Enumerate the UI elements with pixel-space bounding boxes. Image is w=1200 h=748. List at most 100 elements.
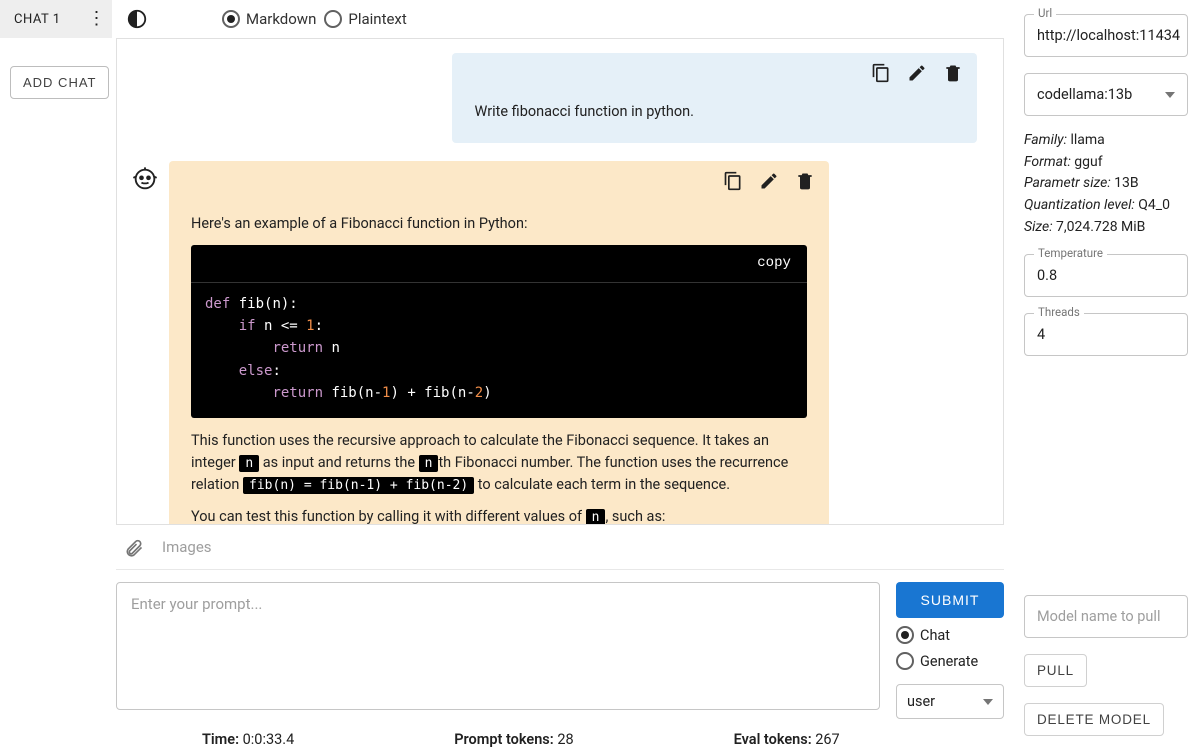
user-message-text: Write fibonacci function in python.: [474, 103, 694, 120]
code-token: return: [272, 340, 323, 356]
submit-column: SUBMIT Chat Generate user: [896, 582, 1004, 719]
code-token: n <=: [256, 318, 307, 334]
value: 7,024.728 MiB: [1053, 219, 1146, 235]
copy-icon[interactable]: [723, 171, 743, 198]
attachment-row: Images: [116, 525, 1004, 570]
format-radio-group: Markdown Plaintext: [222, 10, 407, 28]
radio-label: Generate: [920, 653, 978, 670]
attachment-icon[interactable]: [124, 537, 144, 557]
mode-generate-radio[interactable]: Generate: [896, 652, 1004, 670]
url-field: Url http://localhost:11434: [1024, 14, 1188, 57]
message-row-bot: Here's an example of a Fibonacci functio…: [131, 161, 977, 525]
code-token: return: [272, 385, 323, 401]
stat-prompt-tokens: Prompt tokens: 28: [454, 731, 573, 748]
code-token: else: [239, 363, 273, 379]
radio-plaintext[interactable]: Plaintext: [324, 10, 406, 28]
topbar: Markdown Plaintext: [112, 0, 1004, 38]
delete-icon[interactable]: [795, 171, 815, 198]
delete-icon[interactable]: [943, 63, 963, 90]
settings-panel: Url http://localhost:11434 codellama:13b…: [1014, 0, 1200, 748]
role-select[interactable]: user: [896, 684, 1004, 719]
mode-chat-radio[interactable]: Chat: [896, 626, 1004, 644]
input-row: Enter your prompt... SUBMIT Chat Generat…: [112, 570, 1004, 719]
role-value: user: [907, 693, 935, 710]
stat-eval-tokens: Eval tokens: 267: [734, 731, 840, 748]
label: Quantization level:: [1024, 197, 1135, 213]
label: Time:: [202, 731, 239, 748]
radio-label: Chat: [920, 627, 950, 644]
radio-label: Plaintext: [348, 10, 406, 28]
text: You can test this function by calling it…: [191, 508, 586, 525]
add-chat-button[interactable]: ADD CHAT: [10, 66, 109, 99]
inline-code: n: [586, 509, 606, 525]
inline-code: n: [419, 455, 439, 472]
radio-icon: [896, 652, 914, 670]
model-value: codellama:13b: [1037, 86, 1132, 103]
code-token: 1: [306, 318, 314, 334]
code-token: ): [483, 385, 491, 401]
chat-tab[interactable]: CHAT 1 ⋮: [0, 0, 112, 38]
label: Family:: [1024, 132, 1067, 148]
edit-icon[interactable]: [907, 63, 927, 90]
label: Format:: [1024, 154, 1071, 170]
stat-time: Time: 0:0:33.4: [202, 731, 294, 748]
value: Q4_0: [1135, 197, 1170, 213]
sidebar: CHAT 1 ⋮ ADD CHAT: [0, 0, 112, 748]
temperature-field: Temperature 0.8: [1024, 254, 1188, 297]
theme-toggle-icon[interactable]: [126, 8, 148, 30]
pull-button[interactable]: PULL: [1024, 654, 1087, 687]
inline-code: n: [239, 455, 259, 472]
kebab-menu-icon[interactable]: ⋮: [88, 10, 107, 28]
code-token: fib(n):: [230, 296, 297, 312]
submit-button[interactable]: SUBMIT: [896, 582, 1004, 618]
message-actions: [871, 63, 963, 90]
bot-explanation-2: You can test this function by calling it…: [191, 506, 807, 525]
code-token: def: [205, 296, 230, 312]
edit-icon[interactable]: [759, 171, 779, 198]
bot-explanation-1: This function uses the recursive approac…: [191, 430, 807, 495]
code-content: def fib(n): if n <= 1: return n else: re…: [191, 283, 807, 419]
user-message-bubble: Write fibonacci function in python.: [452, 53, 977, 143]
radio-icon: [222, 10, 240, 28]
text: to calculate each term in the sequence.: [474, 476, 730, 493]
code-token: fib(n-: [323, 385, 382, 401]
field-label: Temperature: [1034, 246, 1107, 260]
field-label: Url: [1034, 6, 1056, 20]
label: Size:: [1024, 219, 1053, 235]
prompt-input[interactable]: Enter your prompt...: [116, 582, 880, 710]
message-actions: [723, 171, 815, 198]
label: Prompt tokens:: [454, 731, 553, 748]
value: 13B: [1111, 175, 1139, 191]
url-input[interactable]: http://localhost:11434: [1024, 14, 1188, 57]
text: , such as:: [605, 508, 665, 525]
delete-model-button[interactable]: DELETE MODEL: [1024, 703, 1164, 736]
main: Markdown Plaintext Write fibonacci funct…: [112, 0, 1014, 748]
temperature-input[interactable]: 0.8: [1024, 254, 1188, 297]
inline-code: fib(n) = fib(n-1) + fib(n-2): [243, 477, 474, 494]
chat-scroll-area[interactable]: Write fibonacci function in python. Here…: [116, 38, 1004, 525]
radio-label: Markdown: [246, 10, 316, 28]
code-block: copy def fib(n): if n <= 1: return n els…: [191, 245, 807, 419]
placeholder-text: Model name to pull: [1037, 608, 1160, 625]
model-info: Family: llama Format: gguf Parametr size…: [1024, 130, 1188, 238]
radio-icon: [324, 10, 342, 28]
text: as input and returns the: [259, 454, 418, 471]
code-token: :: [315, 318, 323, 334]
copy-icon[interactable]: [871, 63, 891, 90]
radio-icon: [896, 626, 914, 644]
label: Parametr size:: [1024, 175, 1111, 191]
code-token: n: [323, 340, 340, 356]
threads-input[interactable]: 4: [1024, 313, 1188, 356]
code-token: if: [239, 318, 256, 334]
value: 28: [554, 731, 574, 748]
copy-code-button[interactable]: copy: [191, 245, 807, 283]
label: Eval tokens:: [734, 731, 812, 748]
chevron-down-icon: [1165, 92, 1175, 98]
message-row-user: Write fibonacci function in python.: [131, 53, 977, 143]
value: llama: [1067, 132, 1105, 148]
radio-markdown[interactable]: Markdown: [222, 10, 316, 28]
model-select[interactable]: codellama:13b: [1024, 73, 1188, 116]
bot-message-bubble: Here's an example of a Fibonacci functio…: [169, 161, 829, 525]
threads-field: Threads 4: [1024, 313, 1188, 356]
model-pull-input[interactable]: Model name to pull: [1024, 595, 1188, 638]
